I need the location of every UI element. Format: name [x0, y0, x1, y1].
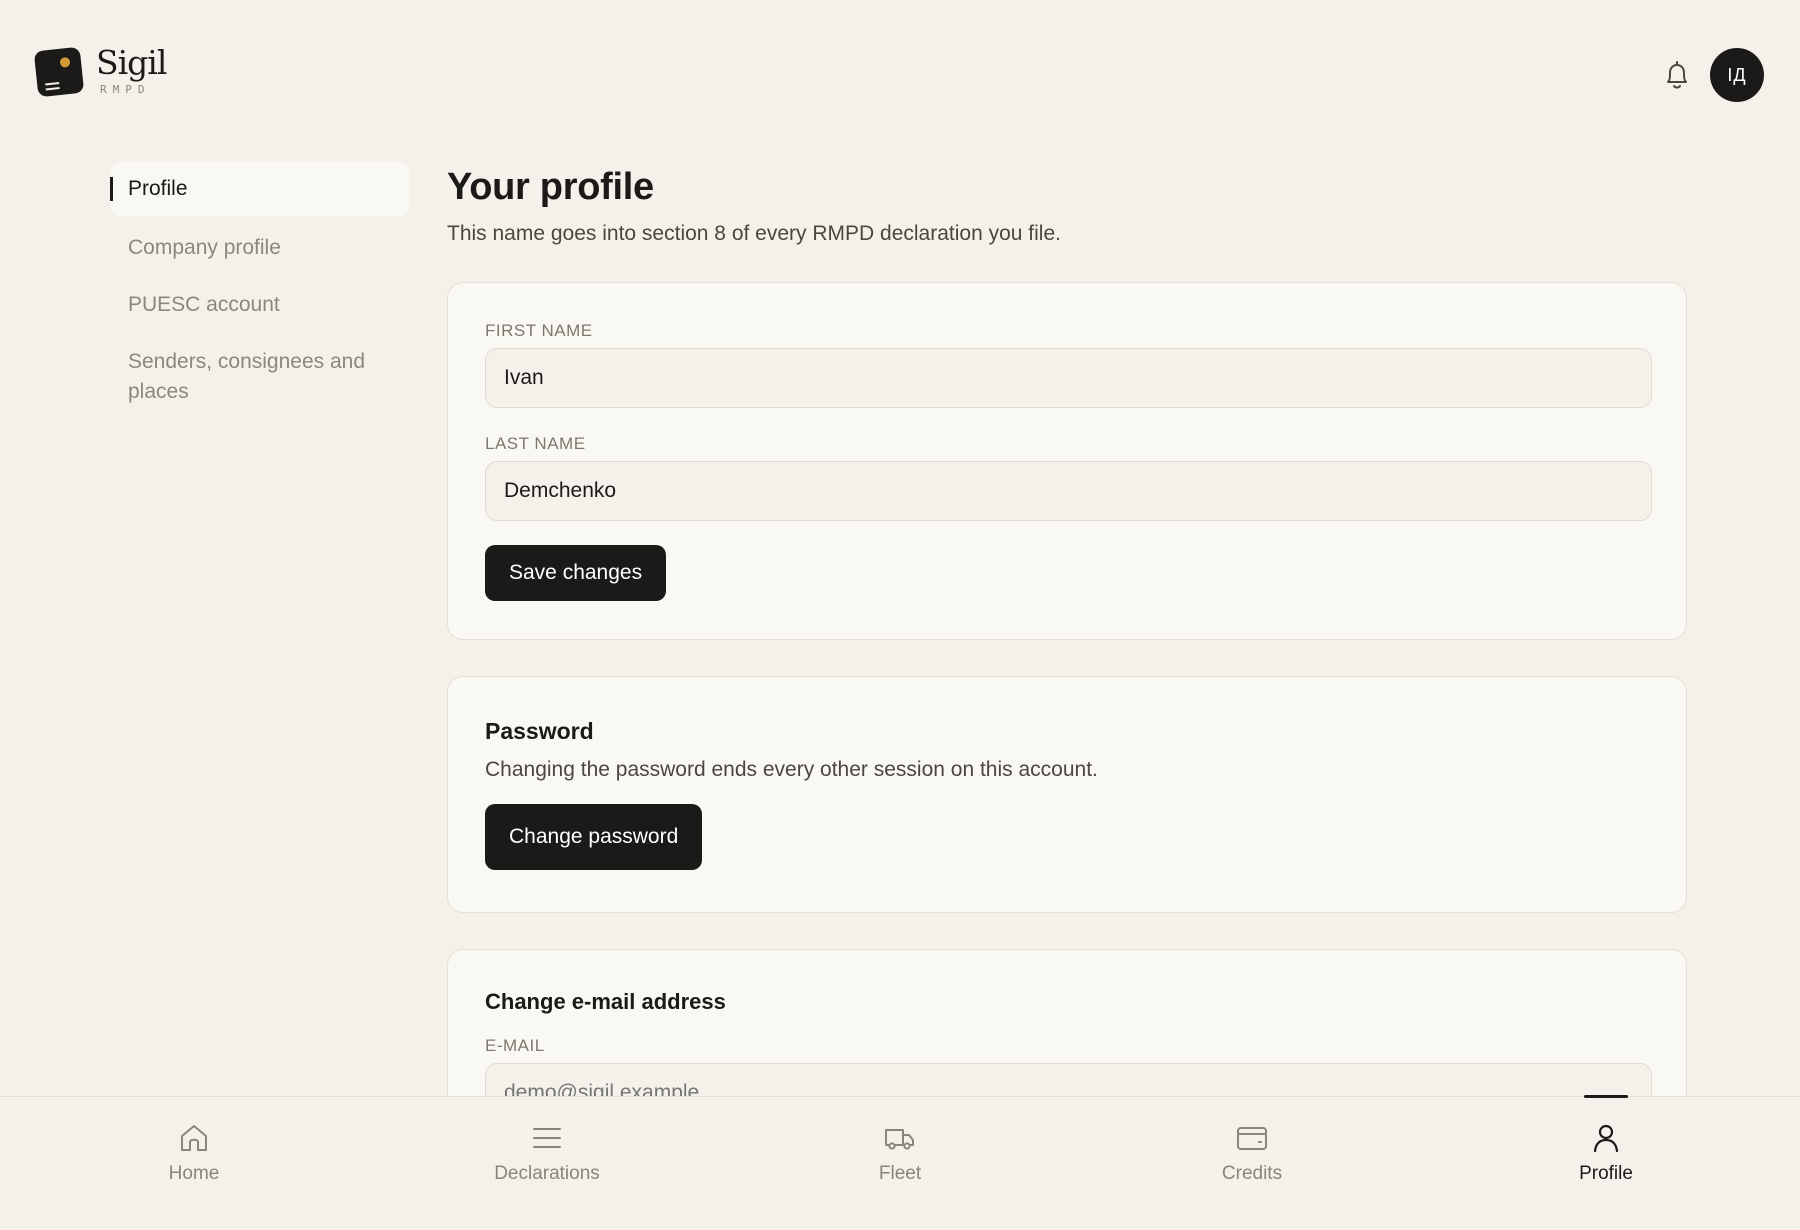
nav-credits-label: Credits — [1221, 1163, 1283, 1184]
nav-home-label: Home — [168, 1163, 220, 1184]
nav-profile[interactable]: Profile — [1526, 1121, 1686, 1185]
home-icon — [181, 1125, 207, 1151]
change-password-button[interactable]: Change password — [485, 804, 703, 870]
sidebar-item-puesc-account[interactable]: PUESC account — [110, 290, 410, 320]
nav-profile-label: Profile — [1579, 1163, 1633, 1184]
profile-main: Your profile This name goes into section… — [447, 163, 1689, 1169]
password-description: Changing the password ends every other s… — [485, 758, 1098, 781]
sidebar-item-company-profile[interactable]: Company profile — [110, 233, 410, 263]
active-tab-indicator — [1584, 1095, 1628, 1098]
bottom-navigation: Home Declarations Fleet Credits Profile — [0, 1095, 1800, 1230]
card-icon — [1237, 1127, 1267, 1150]
brand-subtitle: RMPD — [100, 83, 151, 96]
save-changes-button[interactable]: Save changes — [485, 545, 667, 601]
sidebar-item-profile[interactable]: Profile — [110, 162, 410, 216]
truck-icon — [885, 1129, 914, 1150]
name-card: FIRST NAME LAST NAME Save changes — [447, 282, 1687, 640]
nav-fleet[interactable]: Fleet — [820, 1121, 980, 1185]
bell-icon[interactable] — [1663, 59, 1691, 91]
nav-declarations[interactable]: Declarations — [467, 1121, 627, 1185]
first-name-input[interactable] — [485, 348, 1652, 408]
last-name-input[interactable] — [485, 461, 1652, 521]
nav-declarations-label: Declarations — [494, 1163, 600, 1184]
menu-icon — [533, 1128, 561, 1148]
last-name-label: LAST NAME — [485, 434, 586, 453]
settings-sidebar: Profile Company profile PUESC account Se… — [110, 162, 410, 434]
email-label: E-MAIL — [485, 1036, 545, 1055]
brand-name: Sigil — [96, 43, 167, 82]
first-name-label: FIRST NAME — [485, 321, 593, 340]
nav-credits[interactable]: Credits — [1172, 1121, 1332, 1185]
logo-mark-icon — [31, 44, 86, 101]
brand-logo[interactable]: Sigil RMPD — [31, 43, 167, 101]
password-card: Password Changing the password ends ever… — [447, 676, 1687, 913]
page-title: Your profile — [447, 166, 654, 208]
nav-home[interactable]: Home — [114, 1121, 274, 1185]
password-title: Password — [485, 718, 594, 744]
page-subtitle: This name goes into section 8 of every R… — [447, 222, 1061, 245]
sidebar-item-senders-consignees[interactable]: Senders, consignees and places — [110, 347, 406, 407]
user-avatar[interactable]: IД — [1710, 48, 1764, 102]
email-card-title: Change e-mail address — [485, 989, 726, 1014]
user-icon — [1593, 1124, 1619, 1153]
top-header: Sigil RMPD IД — [0, 0, 1800, 150]
nav-fleet-label: Fleet — [878, 1163, 922, 1184]
